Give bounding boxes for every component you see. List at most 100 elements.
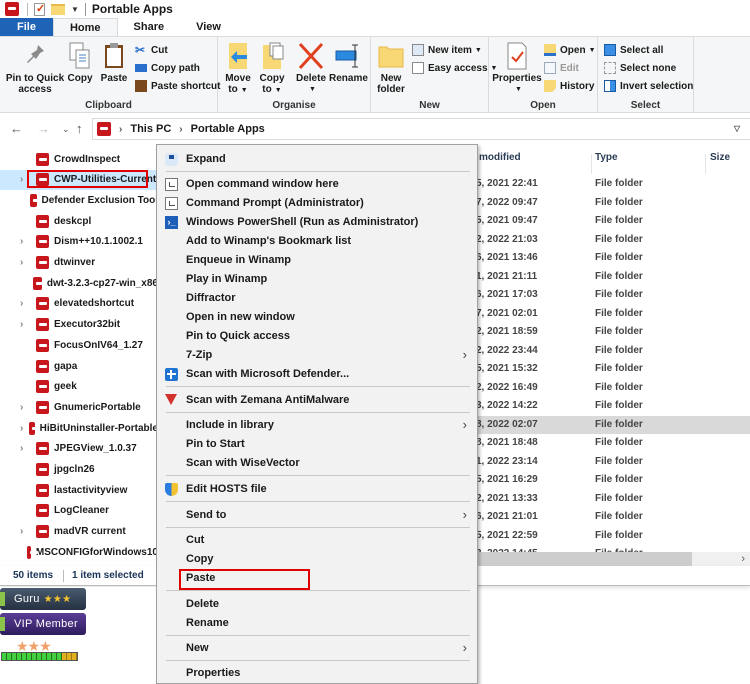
copy-path-button[interactable]: Copy path: [135, 59, 200, 77]
menu-item-delete[interactable]: Delete: [157, 595, 477, 614]
expand-chevron-icon[interactable]: ›: [20, 443, 32, 454]
list-row[interactable]: 1, 2022 23:14 File folder: [471, 453, 750, 471]
tree-item[interactable]: › HiBitUninstaller-Portable: [0, 418, 158, 438]
tree-item[interactable]: › Dism++10.1.1002.1: [0, 232, 158, 252]
tab-file[interactable]: File: [0, 18, 53, 36]
tree-item[interactable]: lastactivityview: [0, 480, 158, 500]
list-row[interactable]: 2, 2021 13:33 File folder: [471, 490, 750, 508]
menu-item-properties[interactable]: Properties: [157, 664, 477, 683]
expand-chevron-icon[interactable]: ›: [20, 319, 32, 330]
new-folder-button[interactable]: New folder: [375, 41, 407, 95]
breadcrumb-this-pc[interactable]: This PC: [130, 123, 171, 135]
tree-item[interactable]: MSCONFIGforWindows10: [0, 542, 158, 562]
forward-arrow-icon[interactable]: →: [37, 121, 50, 136]
list-row[interactable]: 5, 2021 22:41 File folder: [471, 175, 750, 193]
list-row[interactable]: 5, 2021 15:32 File folder: [471, 360, 750, 378]
cut-button[interactable]: ✂ Cut: [135, 41, 168, 59]
tree-item[interactable]: LogCleaner: [0, 501, 158, 521]
scroll-right-arrow-icon[interactable]: ›: [741, 553, 745, 565]
expand-chevron-icon[interactable]: ›: [20, 402, 32, 413]
list-row[interactable]: 8, 2021 18:48 File folder: [471, 434, 750, 452]
tree-item[interactable]: › JPEGView_1.0.37: [0, 439, 158, 459]
tab-view[interactable]: View: [180, 18, 237, 36]
menu-item-include-in-library[interactable]: Include in library ›: [157, 416, 477, 435]
expand-chevron-icon[interactable]: ›: [20, 236, 32, 247]
properties-quick-icon[interactable]: [34, 2, 45, 16]
menu-item-copy[interactable]: Copy: [157, 550, 477, 569]
column-header-date-modified[interactable]: modified: [479, 152, 521, 163]
list-row[interactable]: 7, 2022 09:47 File folder: [471, 194, 750, 212]
tree-item[interactable]: gapa: [0, 356, 158, 376]
properties-button[interactable]: Properties ▼: [492, 41, 542, 95]
list-row[interactable]: 6, 2021 21:01 File folder: [471, 508, 750, 526]
menu-item-open-in-new-window[interactable]: Open in new window: [157, 308, 477, 327]
breadcrumb-separator[interactable]: ›: [119, 124, 122, 135]
menu-item-send-to[interactable]: Send to ›: [157, 506, 477, 525]
list-row[interactable]: 5, 2021 22:59 File folder: [471, 527, 750, 545]
tree-item[interactable]: geek: [0, 377, 158, 397]
menu-item-pin-to-start[interactable]: Pin to Start: [157, 435, 477, 454]
new-folder-quick-icon[interactable]: [51, 3, 65, 15]
tree-item[interactable]: › dtwinver: [0, 253, 158, 273]
tree-item[interactable]: jpgcln26: [0, 460, 158, 480]
tree-item[interactable]: dwt-3.2.3-cp27-win_x86: [0, 273, 158, 293]
tree-item[interactable]: › Executor32bit: [0, 315, 158, 335]
pin-to-quick-access-button[interactable]: Pin to Quick access: [4, 41, 66, 95]
expand-chevron-icon[interactable]: ›: [20, 423, 25, 434]
list-row[interactable]: 2, 2022 21:03 File folder: [471, 231, 750, 249]
tree-item[interactable]: › madVR current: [0, 522, 158, 542]
recent-locations-chevron-icon[interactable]: ⌄: [62, 124, 70, 135]
column-header-size[interactable]: Size: [710, 152, 730, 163]
breadcrumb-separator[interactable]: ›: [179, 124, 182, 135]
tab-home[interactable]: Home: [52, 18, 118, 36]
tab-share[interactable]: Share: [118, 18, 181, 36]
tree-item[interactable]: › GnumericPortable: [0, 397, 158, 417]
menu-item-pin-to-quick-access[interactable]: Pin to Quick access: [157, 327, 477, 346]
list-row[interactable]: 2, 2021 18:59 File folder: [471, 323, 750, 341]
up-arrow-icon[interactable]: ↑: [76, 121, 83, 136]
menu-item-7-zip[interactable]: 7-Zip ›: [157, 346, 477, 365]
tree-item[interactable]: › elevatedshortcut: [0, 294, 158, 314]
tree-item[interactable]: deskcpl: [0, 211, 158, 231]
menu-item-new[interactable]: New ›: [157, 639, 477, 658]
paste-shortcut-button[interactable]: Paste shortcut: [135, 77, 220, 95]
back-arrow-icon[interactable]: ←: [10, 121, 23, 136]
menu-item-cut[interactable]: Cut: [157, 531, 477, 550]
menu-item-edit-hosts-file[interactable]: Edit HOSTS file: [157, 480, 477, 499]
move-to-button[interactable]: Move to ▼: [224, 41, 252, 96]
invert-selection-button[interactable]: Invert selection: [604, 77, 693, 95]
column-header-type[interactable]: Type: [595, 152, 618, 163]
menu-item-open-command-window-here[interactable]: Open command window here: [157, 175, 477, 194]
menu-item-expand[interactable]: Expand: [157, 150, 477, 169]
breadcrumb-portable-apps[interactable]: Portable Apps: [191, 123, 265, 135]
copy-to-button[interactable]: Copy to ▼: [258, 41, 286, 96]
menu-item-command-prompt-administrator[interactable]: Command Prompt (Administrator): [157, 194, 477, 213]
menu-item-scan-with-microsoft-defender[interactable]: Scan with Microsoft Defender...: [157, 365, 477, 384]
list-row[interactable]: 1, 2021 21:11 File folder: [471, 268, 750, 286]
tree-item[interactable]: CrowdInspect: [0, 149, 158, 169]
address-dropdown-chevron-icon[interactable]: ▽: [734, 124, 740, 133]
edit-button[interactable]: Edit: [544, 59, 579, 77]
address-bar[interactable]: › This PC › Portable Apps ▽: [92, 118, 750, 140]
list-row[interactable]: 7, 2021 02:01 File folder: [471, 305, 750, 323]
customize-quick-access-dropdown[interactable]: ▼: [71, 5, 79, 14]
list-row[interactable]: 2, 2022 23:44 File folder: [471, 342, 750, 360]
list-row[interactable]: 3, 2022 14:22 File folder: [471, 397, 750, 415]
open-button[interactable]: Open ▼: [544, 41, 596, 59]
tree-item[interactable]: FocusOnIV64_1.27: [0, 335, 158, 355]
select-none-button[interactable]: Select none: [604, 59, 676, 77]
menu-item-windows-powershell-run-as-administrator[interactable]: ›_ Windows PowerShell (Run as Administrat…: [157, 213, 477, 232]
history-button[interactable]: History: [544, 77, 594, 95]
menu-item-add-to-winamp-s-bookmark-list[interactable]: Add to Winamp's Bookmark list: [157, 232, 477, 251]
easy-access-button[interactable]: Easy access ▼: [412, 59, 497, 77]
delete-button[interactable]: Delete ▼: [296, 41, 326, 95]
menu-item-scan-with-wisevector[interactable]: Scan with WiseVector: [157, 454, 477, 473]
expand-chevron-icon[interactable]: ›: [20, 298, 32, 309]
menu-item-diffractor[interactable]: Diffractor: [157, 289, 477, 308]
new-item-button[interactable]: New item ▼: [412, 41, 482, 59]
expand-chevron-icon[interactable]: ›: [20, 526, 32, 537]
menu-item-play-in-winamp[interactable]: Play in Winamp: [157, 270, 477, 289]
tree-item[interactable]: Defender Exclusion Tool: [0, 190, 158, 210]
list-row[interactable]: 2, 2022 16:49 File folder: [471, 379, 750, 397]
select-all-button[interactable]: Select all: [604, 41, 663, 59]
